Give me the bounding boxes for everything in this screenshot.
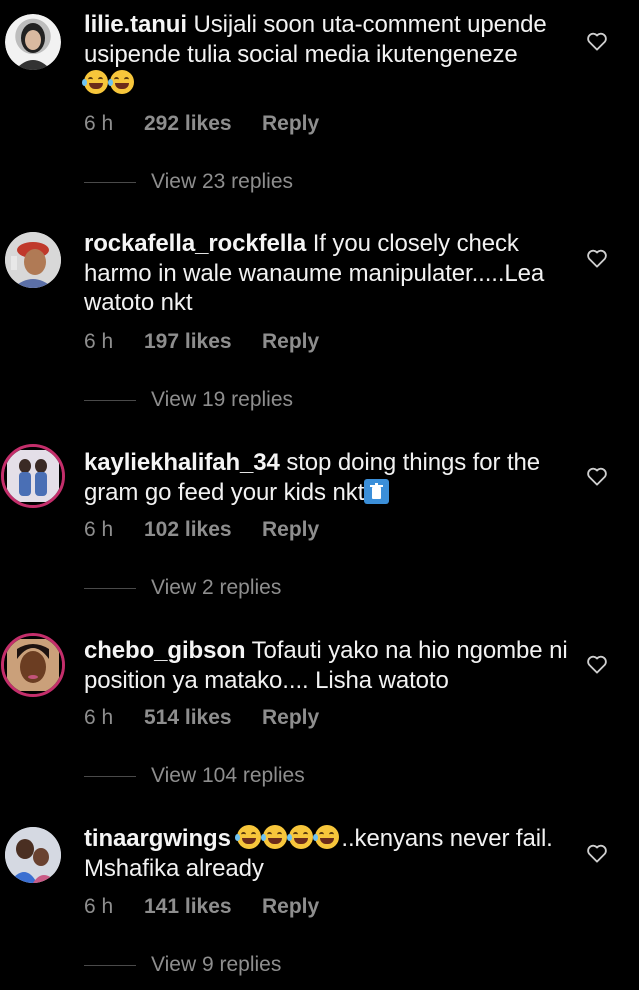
view-replies-label: View 104 replies <box>151 764 305 787</box>
avatar-photo <box>5 827 61 883</box>
view-replies-button[interactable]: View 23 replies <box>84 170 293 194</box>
view-replies-button[interactable]: View 2 replies <box>84 576 281 600</box>
comment-username[interactable]: lilie.tanui <box>84 11 187 38</box>
reply-button[interactable]: Reply <box>262 112 319 136</box>
comment-username[interactable]: rockafella_rockfella <box>84 230 306 257</box>
laughing-emoji-icon <box>261 825 288 849</box>
divider-line <box>84 587 136 589</box>
laughing-emoji-icon <box>82 70 108 94</box>
comment-meta: 6 h 292 likes Reply <box>84 112 319 136</box>
comment-meta: 6 h 197 likes Reply <box>84 330 319 354</box>
comment-likes[interactable]: 514 likes <box>144 706 262 730</box>
laughing-emoji-icon <box>235 825 262 849</box>
comment-likes[interactable]: 292 likes <box>144 112 262 136</box>
avatar-photo <box>7 639 59 691</box>
comment-text: rockafella_rockfella If you closely chec… <box>84 229 584 318</box>
comment-likes[interactable]: 102 likes <box>144 518 262 542</box>
view-replies-button[interactable]: View 19 replies <box>84 388 293 412</box>
divider-line <box>84 964 136 966</box>
heart-icon[interactable] <box>586 843 608 863</box>
view-replies-label: View 19 replies <box>151 388 294 411</box>
laughing-emoji-icon <box>313 825 340 849</box>
heart-icon[interactable] <box>586 31 608 51</box>
avatar[interactable] <box>5 827 61 883</box>
wastebasket-emoji-icon <box>364 478 390 504</box>
avatar-photo <box>7 450 59 502</box>
avatar[interactable] <box>5 14 61 70</box>
comment-meta: 6 h 102 likes Reply <box>84 518 319 542</box>
divider-line <box>84 181 136 183</box>
reply-button[interactable]: Reply <box>262 895 319 919</box>
reply-button[interactable]: Reply <box>262 330 319 354</box>
avatar-story-ring[interactable] <box>1 444 65 508</box>
comment-text: kayliekhalifah_34 stop doing things for … <box>84 448 584 507</box>
comment-likes[interactable]: 141 likes <box>144 895 262 919</box>
comment-time: 6 h <box>84 706 114 729</box>
reply-button[interactable]: Reply <box>262 518 319 542</box>
divider-line <box>84 399 136 401</box>
view-replies-label: View 2 replies <box>151 576 282 599</box>
comment-meta: 6 h 514 likes Reply <box>84 706 319 730</box>
divider-line <box>84 775 136 777</box>
avatar[interactable] <box>5 232 61 288</box>
view-replies-label: View 23 replies <box>151 170 294 193</box>
reply-button[interactable]: Reply <box>262 706 319 730</box>
avatar-story-ring[interactable] <box>1 633 65 697</box>
comment-text: lilie.tanui Usijali soon uta-comment upe… <box>82 10 584 99</box>
comment-time: 6 h <box>84 112 114 135</box>
laughing-emoji-icon <box>108 70 134 94</box>
heart-icon[interactable] <box>586 248 608 268</box>
comment-username[interactable]: chebo_gibson <box>84 637 246 664</box>
comment-meta: 6 h 141 likes Reply <box>84 895 319 919</box>
comment-text: chebo_gibson Tofauti yako na hio ngombe … <box>84 636 584 695</box>
heart-icon[interactable] <box>586 466 608 486</box>
view-replies-button[interactable]: View 9 replies <box>84 953 281 977</box>
comment-time: 6 h <box>84 330 114 353</box>
comment-username[interactable]: kayliekhalifah_34 <box>84 449 280 476</box>
comment-likes[interactable]: 197 likes <box>144 330 262 354</box>
avatar-photo <box>5 232 61 288</box>
heart-icon[interactable] <box>586 654 608 674</box>
view-replies-label: View 9 replies <box>151 953 282 976</box>
comment-time: 6 h <box>84 518 114 541</box>
avatar-photo <box>15 23 51 70</box>
comment-username[interactable]: tinaargwings <box>84 825 231 852</box>
view-replies-button[interactable]: View 104 replies <box>84 764 305 788</box>
comment-text: tinaargwings ..kenyans never fail. Mshaf… <box>84 824 584 883</box>
laughing-emoji-icon <box>287 825 314 849</box>
comment-time: 6 h <box>84 895 114 918</box>
